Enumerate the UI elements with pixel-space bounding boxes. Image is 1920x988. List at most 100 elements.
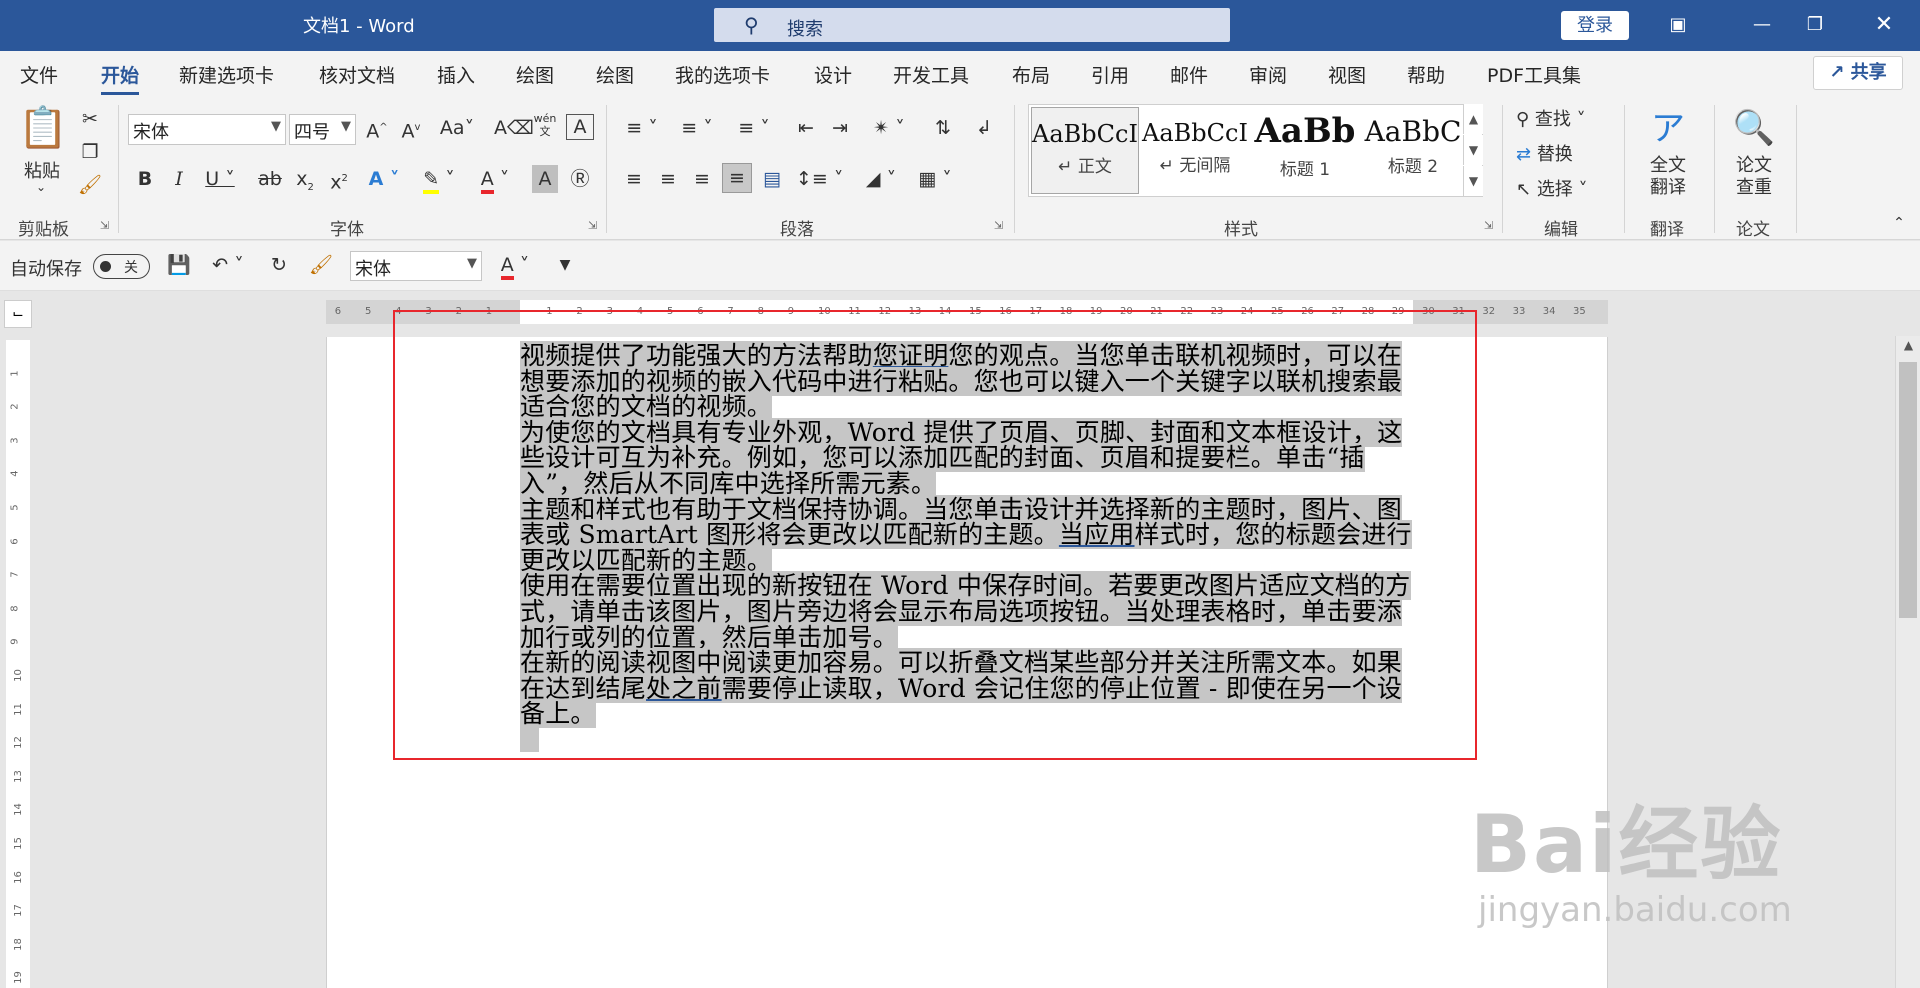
find-button[interactable]: ⚲ 查找 ˅ [1516, 105, 1586, 131]
qat-font-combo[interactable]: 宋体 ▼ [350, 251, 482, 281]
tab-insert[interactable]: 插入 [437, 61, 475, 88]
scroll-up-icon[interactable]: ▲ [1896, 338, 1920, 352]
tab-my-tab[interactable]: 我的选项卡 [675, 61, 770, 88]
align-right-icon[interactable]: ≡ [688, 165, 716, 193]
style-preview: AaBbCcI [1142, 119, 1248, 147]
clipboard-launcher-icon[interactable]: ⇲ [100, 219, 109, 232]
superscript-icon[interactable]: x2 [326, 165, 352, 196]
tab-help[interactable]: 帮助 [1407, 61, 1445, 88]
bold-icon[interactable]: B [132, 165, 158, 193]
gallery-up-icon[interactable]: ▲ [1463, 104, 1483, 134]
full-text-translate-button[interactable]: 全文 翻译 [1650, 155, 1686, 199]
cut-icon[interactable]: ✂ [76, 105, 104, 133]
enclose-characters-icon[interactable]: Ⓡ [566, 165, 594, 193]
multilevel-list-icon[interactable]: ≡ ˅ [730, 114, 778, 142]
paragraph-launcher-icon[interactable]: ⇲ [994, 219, 1003, 232]
numbering-icon[interactable]: ≡ ˅ [675, 114, 719, 142]
watermark-url: jingyan.baidu.com [1478, 890, 1792, 930]
show-marks-icon[interactable]: ↲ [970, 114, 998, 142]
clear-formatting-icon[interactable]: A⌫ [494, 114, 534, 142]
paste-icon[interactable]: 📋 [18, 103, 68, 153]
line-spacing-icon[interactable]: ↕≡ ˅ [796, 165, 843, 193]
qat-font-color-icon[interactable]: A ˅ [494, 251, 536, 280]
tab-check-document[interactable]: 核对文档 [319, 61, 395, 88]
scroll-thumb[interactable] [1899, 362, 1917, 618]
tab-pdf-tools[interactable]: PDF工具集 [1487, 61, 1581, 88]
format-painter-icon[interactable]: 🖌 [76, 171, 104, 199]
tab-review[interactable]: 审阅 [1249, 61, 1287, 88]
character-border-icon[interactable]: A [566, 114, 594, 140]
change-case-icon[interactable]: Aa˅ [434, 114, 480, 142]
replace-button[interactable]: ⇄ 替换 [1516, 140, 1573, 166]
collapse-ribbon-icon[interactable]: ⌃ [1886, 209, 1912, 237]
paper-check-icon[interactable]: 🔍 [1732, 105, 1776, 151]
underline-icon[interactable]: U ˅ [200, 165, 240, 193]
gallery-down-icon[interactable]: ▼ [1463, 135, 1483, 165]
tab-view[interactable]: 视图 [1328, 61, 1366, 88]
chinese-layout-icon[interactable]: ✴ ˅ [866, 114, 912, 142]
redo-icon[interactable]: ↻ [264, 251, 294, 279]
close-icon[interactable]: ✕ [1866, 10, 1902, 40]
style-no-spacing[interactable]: AaBbCcI ↵ 无间隔 [1141, 107, 1249, 194]
character-shading-icon[interactable]: A [532, 165, 558, 193]
vertical-scrollbar[interactable]: ▲ [1895, 336, 1920, 988]
tab-draw-2[interactable]: 绘图 [596, 61, 634, 88]
align-center-icon[interactable]: ≡ [654, 165, 682, 193]
translate-icon[interactable]: ア [1646, 107, 1690, 151]
font-color-icon[interactable]: A ˅ [474, 165, 516, 194]
style-normal[interactable]: AaBbCcI ↵ 正文 [1031, 107, 1139, 194]
tab-draw-1[interactable]: 绘图 [516, 61, 554, 88]
highlight-color-icon[interactable]: ✎ ˅ [418, 165, 460, 194]
font-launcher-icon[interactable]: ⇲ [588, 219, 597, 232]
share-button[interactable]: ↗ 共享 [1813, 56, 1903, 90]
text-effects-icon[interactable]: A ˅ [364, 165, 404, 193]
paper-check-button[interactable]: 论文 查重 [1736, 155, 1772, 199]
tab-developer[interactable]: 开发工具 [893, 61, 969, 88]
replace-label: 替换 [1536, 144, 1573, 165]
tab-mailings[interactable]: 邮件 [1170, 61, 1208, 88]
tab-stop-selector[interactable]: ⌙ [4, 300, 32, 328]
login-button[interactable]: 登录 [1561, 11, 1629, 40]
align-left-icon[interactable]: ≡ [620, 165, 648, 193]
bullets-icon[interactable]: ≡ ˅ [620, 114, 664, 142]
select-button[interactable]: ↖ 选择 ˅ [1516, 175, 1588, 201]
copy-icon[interactable]: ❐ [76, 138, 104, 166]
strikethrough-icon[interactable]: ab [255, 165, 285, 193]
shading-icon[interactable]: ◢ ˅ [858, 165, 904, 193]
style-heading-1[interactable]: AaBb 标题 1 [1251, 107, 1359, 194]
shrink-font-icon[interactable]: Av [396, 114, 426, 145]
justify-icon[interactable]: ≡ [722, 163, 752, 193]
gallery-more-icon[interactable]: ▼ [1463, 166, 1483, 196]
vertical-ruler[interactable]: 1 2 3 4 5 6 7 8 9 10 11 12 13 14 15 16 17 18 19 [6, 340, 30, 988]
decrease-indent-icon[interactable]: ⇤ [792, 114, 820, 142]
distributed-icon[interactable]: ▤ [758, 165, 786, 193]
paste-dropdown-icon[interactable]: ⌄ [36, 180, 46, 194]
borders-icon[interactable]: ▦ ˅ [912, 165, 958, 193]
sort-icon[interactable]: ⇅ [928, 114, 958, 142]
ruler-tick: 14 [12, 803, 24, 817]
increase-indent-icon[interactable]: ⇥ [826, 114, 854, 142]
format-painter-icon[interactable]: 🖌 [306, 251, 336, 279]
tab-file[interactable]: 文件 [20, 61, 58, 88]
tab-new-tab[interactable]: 新建选项卡 [179, 61, 274, 88]
style-heading-2[interactable]: AaBbC 标题 2 [1359, 107, 1467, 194]
font-size-combo[interactable]: 四号 ▼ [289, 114, 356, 145]
minimize-icon[interactable]: — [1744, 10, 1780, 40]
undo-icon[interactable]: ↶ ˅ [206, 251, 250, 279]
subscript-icon[interactable]: x2 [292, 165, 318, 202]
phonetic-guide-icon[interactable]: wén 文 [530, 112, 560, 138]
italic-icon[interactable]: I [166, 165, 192, 193]
save-icon[interactable]: 💾 [164, 251, 194, 279]
styles-launcher-icon[interactable]: ⇲ [1484, 219, 1493, 232]
ribbon-display-options-icon[interactable]: ▣ [1660, 10, 1696, 40]
tab-layout[interactable]: 布局 [1012, 61, 1050, 88]
font-name-combo[interactable]: 宋体 ▼ [128, 114, 286, 145]
autosave-toggle[interactable]: 关 [93, 254, 150, 279]
restore-icon[interactable]: ❐ [1797, 10, 1833, 40]
tab-design[interactable]: 设计 [814, 61, 852, 88]
grow-font-icon[interactable]: A^ [362, 114, 392, 145]
customize-qat-icon[interactable]: ▼ [554, 251, 576, 279]
tab-home[interactable]: 开始 [101, 61, 140, 95]
search-box[interactable]: ⚲ 搜索 [714, 8, 1230, 42]
tab-references[interactable]: 引用 [1091, 61, 1129, 88]
